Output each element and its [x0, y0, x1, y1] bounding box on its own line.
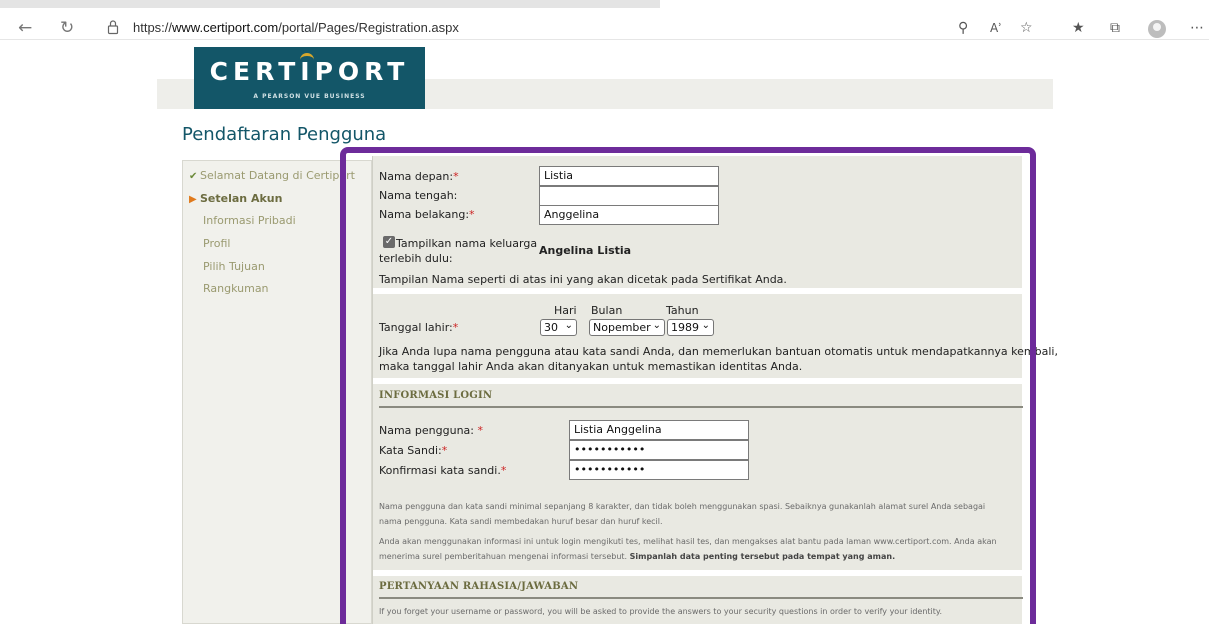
logo-wordmark: CERTIPORT: [209, 57, 410, 86]
sidebar-item-welcome[interactable]: ✔ Selamat Datang di Certiport: [189, 169, 355, 182]
sidebar-item-personal-info[interactable]: Informasi Pribadi: [203, 214, 296, 227]
more-menu-icon[interactable]: ⋯: [1190, 19, 1204, 37]
back-arrow-icon[interactable]: ←: [18, 18, 32, 38]
tab-strip: [0, 0, 660, 8]
sidebar-item-summary[interactable]: Rangkuman: [203, 282, 269, 295]
browser-toolbar: ← ↻ https://www.certiport.com/portal/Pag…: [0, 0, 1209, 40]
profile-avatar[interactable]: [1148, 20, 1166, 38]
refresh-icon[interactable]: ↻: [60, 18, 74, 38]
sidebar-item-choose-goal[interactable]: Pilih Tujuan: [203, 260, 265, 273]
page-title: Pendaftaran Pengguna: [182, 124, 387, 145]
read-aloud-icon[interactable]: Aʾ: [990, 19, 1002, 37]
lock-icon[interactable]: [107, 19, 119, 35]
sidebar-item-account-setup[interactable]: ▶ Setelan Akun: [189, 192, 282, 205]
key-icon[interactable]: ⚲: [958, 19, 968, 37]
logo-tagline: A PEARSON VUE BUSINESS: [253, 93, 366, 100]
arrow-right-icon: ▶: [189, 194, 197, 205]
collections-icon[interactable]: ⧉: [1110, 19, 1120, 37]
favorite-add-icon[interactable]: ☆: [1020, 19, 1033, 37]
favorites-icon[interactable]: ★: [1072, 19, 1085, 37]
address-bar[interactable]: https://www.certiport.com/portal/Pages/R…: [133, 20, 459, 35]
sidebar-item-profile[interactable]: Profil: [203, 237, 230, 250]
certiport-logo[interactable]: CERTIPORT A PEARSON VUE BUSINESS: [194, 47, 425, 109]
check-icon: ✔: [189, 171, 198, 182]
highlight-frame: [340, 147, 1036, 624]
